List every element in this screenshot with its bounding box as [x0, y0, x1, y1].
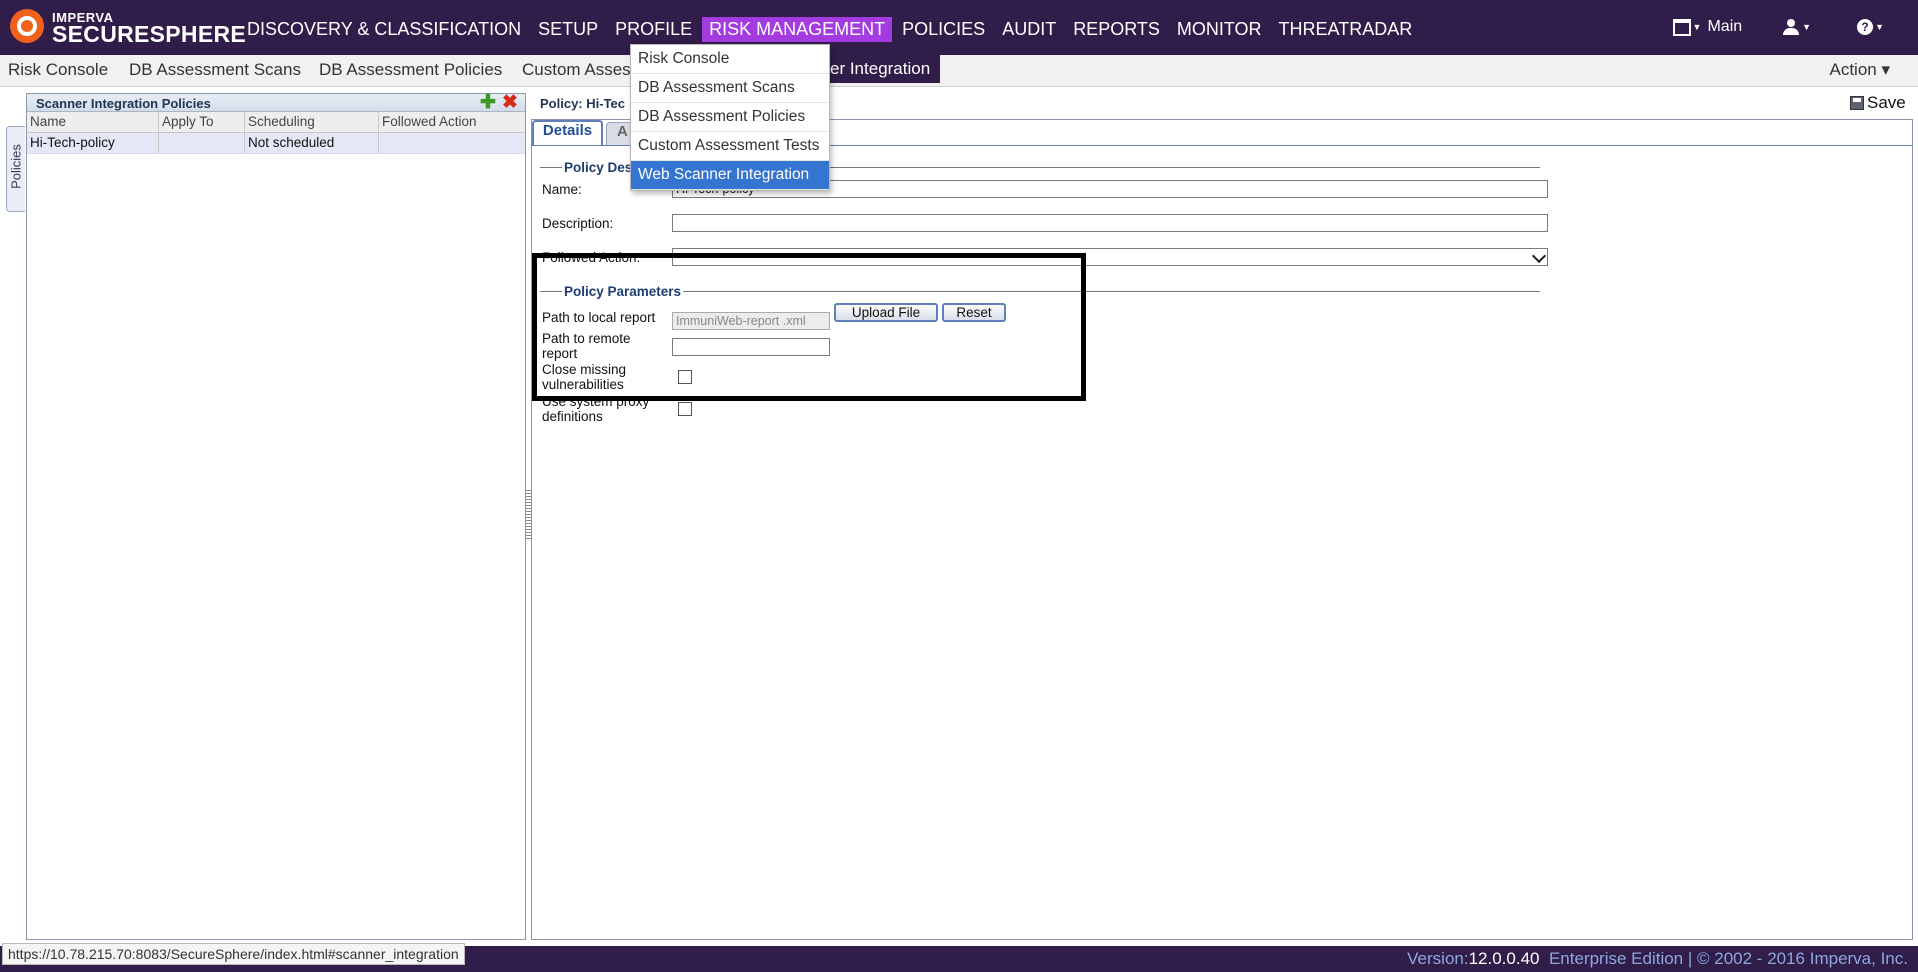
caret-down-icon: ▼ — [1692, 22, 1702, 32]
subtab-db-assessment-scans[interactable]: DB Assessment Scans — [129, 60, 301, 80]
subtab-risk-console[interactable]: Risk Console — [8, 60, 108, 80]
top-bar: IMPERVA SECURESPHERE DISCOVERY & CLASSIF… — [0, 0, 1918, 55]
version-label: Version: — [1407, 949, 1469, 968]
nav-profile[interactable]: PROFILE — [608, 17, 699, 42]
policies-side-tab-label: Policies — [8, 144, 24, 189]
help-icon: ? — [1857, 19, 1874, 35]
sub-navigation: Risk Console DB Assessment Scans DB Asse… — [0, 55, 1918, 87]
status-url-tooltip: https://10.78.215.70:8083/SecureSphere/i… — [2, 943, 465, 965]
remote-report-label: Path to remote report — [542, 331, 631, 361]
help-menu[interactable]: ? ▼ — [1857, 19, 1890, 35]
menu-item-web-scanner-integration[interactable]: Web Scanner Integration — [631, 161, 829, 190]
save-button[interactable]: Save — [1850, 93, 1906, 113]
scanner-integration-policies-panel: Scanner Integration Policies ✚ ✖ Name Ap… — [26, 93, 526, 940]
nav-risk-management[interactable]: RISK MANAGEMENT — [702, 17, 893, 42]
nav-audit[interactable]: AUDIT — [995, 17, 1063, 42]
add-policy-button[interactable]: ✚ — [479, 93, 497, 112]
main-navigation: DISCOVERY & CLASSIFICATION SETUP PROFILE… — [240, 17, 1422, 42]
description-field[interactable] — [672, 214, 1548, 232]
user-icon — [1782, 19, 1800, 35]
version-number: 12.0.0.40 — [1468, 949, 1540, 968]
local-report-label: Path to local report — [542, 310, 656, 325]
nav-threatradar[interactable]: THREATRADAR — [1272, 17, 1420, 42]
system-proxy-checkbox[interactable] — [678, 402, 692, 416]
menu-item-custom-assessment-tests[interactable]: Custom Assessment Tests — [631, 132, 829, 161]
nav-discovery-classification[interactable]: DISCOVERY & CLASSIFICATION — [240, 17, 528, 42]
brand-product: SECURESPHERE — [52, 21, 247, 47]
reset-button[interactable]: Reset — [942, 303, 1006, 322]
panel-title: Scanner Integration Policies — [36, 96, 211, 111]
nav-policies[interactable]: POLICIES — [895, 17, 992, 42]
caret-down-icon: ▼ — [1875, 22, 1884, 32]
followed-action-select[interactable] — [672, 248, 1548, 266]
chevron-down-icon — [1531, 249, 1547, 264]
policy-title: Policy: Hi-Tec — [540, 96, 626, 111]
close-missing-vulnerabilities-checkbox[interactable] — [678, 370, 692, 384]
window-icon — [1672, 18, 1691, 36]
policy-parameters-divider — [540, 291, 1540, 292]
delete-policy-button[interactable]: ✖ — [501, 93, 519, 112]
edition-label: Enterprise Edition — [1548, 949, 1684, 968]
column-header-apply-to[interactable]: Apply To — [159, 112, 245, 132]
cell-name: Hi-Tech-policy — [27, 133, 159, 153]
upload-file-button[interactable]: Upload File — [834, 303, 938, 322]
cell-scheduling: Not scheduled — [245, 133, 379, 153]
subtab-web-scanner-integration[interactable]: er Integration — [826, 55, 941, 83]
copyright-text: | © 2002 - 2016 Imperva, Inc. — [1687, 949, 1908, 968]
imperva-securesphere-logo[interactable]: IMPERVA SECURESPHERE — [8, 6, 246, 50]
action-menu[interactable]: Action ▾ — [1829, 60, 1890, 80]
remote-report-path-field[interactable] — [672, 338, 830, 356]
subtab-db-assessment-policies[interactable]: DB Assessment Policies — [319, 60, 502, 80]
local-report-path-field: ImmuniWeb-report .xml — [672, 312, 830, 330]
logo-mark-icon — [10, 9, 44, 43]
column-header-followed-action[interactable]: Followed Action — [379, 112, 525, 132]
save-disk-icon — [1850, 96, 1864, 110]
tab-details[interactable]: Details — [532, 120, 603, 145]
panel-header: Scanner Integration Policies ✚ ✖ — [27, 93, 525, 112]
workspace-label: Main — [1707, 18, 1743, 35]
save-label: Save — [1867, 93, 1906, 112]
workspace-menu[interactable]: ▼ Main — [1672, 18, 1743, 36]
close-missing-vulnerabilities-label: Close missing vulnerabilities — [542, 362, 627, 392]
cell-followed-action — [379, 133, 525, 153]
footer-text: Version:12.0.0.40 Enterprise Edition | ©… — [1407, 949, 1908, 969]
column-header-name[interactable]: Name — [27, 112, 159, 132]
description-label: Description: — [542, 216, 614, 231]
nav-setup[interactable]: SETUP — [531, 17, 605, 42]
menu-item-db-assessment-scans[interactable]: DB Assessment Scans — [631, 74, 829, 103]
user-menu[interactable]: ▼ — [1782, 19, 1817, 35]
followed-action-label: Followed Action: — [542, 250, 641, 265]
policy-parameters-legend: Policy Parameters — [562, 284, 684, 299]
policies-side-tab[interactable]: Policies — [6, 126, 25, 212]
nav-monitor[interactable]: MONITOR — [1170, 17, 1269, 42]
caret-down-icon: ▼ — [1802, 22, 1812, 32]
top-right-controls: ▼ Main ▼ ? ▼ — [1633, 18, 1890, 36]
subtab-custom-assessment-tests[interactable]: Custom Assess — [522, 60, 639, 80]
risk-management-dropdown: Risk Console DB Assessment Scans DB Asse… — [630, 44, 830, 191]
menu-item-db-assessment-policies[interactable]: DB Assessment Policies — [631, 103, 829, 132]
policy-details-panel: Details A Policy Des Name: Hi-Tech-polic… — [531, 119, 1913, 940]
name-label: Name: — [542, 182, 582, 197]
table-row[interactable]: Hi-Tech-policy Not scheduled — [27, 133, 525, 154]
menu-item-risk-console[interactable]: Risk Console — [631, 45, 829, 74]
cell-apply-to — [159, 133, 245, 153]
policy-description-legend: Policy Des — [562, 160, 635, 175]
column-header-scheduling[interactable]: Scheduling — [245, 112, 379, 132]
table-header: Name Apply To Scheduling Followed Action — [27, 112, 525, 133]
system-proxy-label: Use system proxy definitions — [542, 394, 650, 424]
nav-reports[interactable]: REPORTS — [1066, 17, 1167, 42]
